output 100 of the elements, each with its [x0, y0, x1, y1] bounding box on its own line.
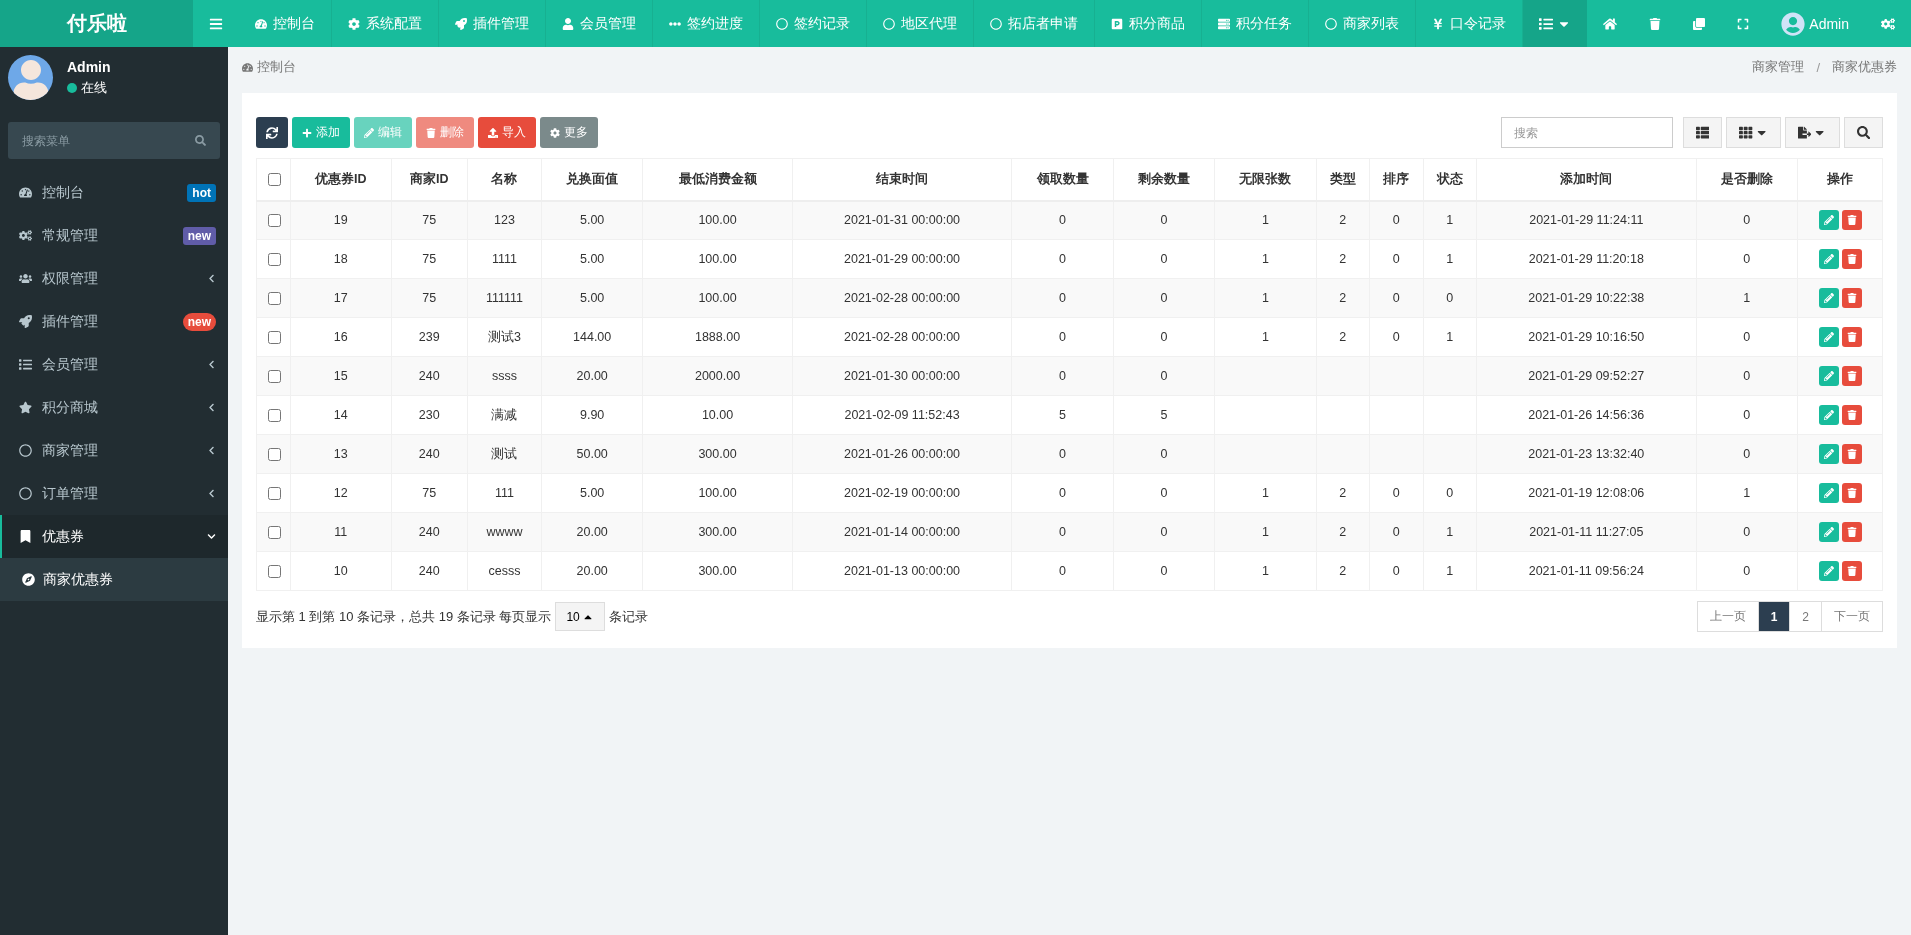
sidebar-label: 会员管理 [42, 355, 99, 374]
nav-menu-button[interactable] [1523, 0, 1588, 47]
sidebar-item[interactable]: 控制台 hot [0, 171, 228, 214]
table-cell: wwww [467, 512, 542, 552]
sidebar-item[interactable]: 积分商城 [0, 386, 228, 429]
sidebar-item[interactable]: 常规管理 new [0, 214, 228, 257]
refresh-button[interactable] [256, 117, 288, 148]
sidebar-item[interactable]: 订单管理 [0, 472, 228, 515]
nav-item[interactable]: 地区代理 [867, 0, 975, 47]
edit-button[interactable] [1818, 366, 1839, 386]
sidebar-item[interactable]: 优惠券 [0, 515, 228, 558]
delete-button[interactable] [1841, 561, 1862, 581]
delete-button[interactable] [1841, 288, 1862, 308]
pencil-icon [1823, 332, 1834, 342]
edit-button[interactable] [1818, 288, 1839, 308]
select-all-checkbox[interactable] [267, 172, 281, 186]
edit-button[interactable] [1818, 444, 1839, 464]
table-cell: 0 [1696, 200, 1798, 240]
table-cell: 1 [1214, 239, 1317, 279]
row-checkbox[interactable] [267, 330, 281, 344]
nav-item[interactable]: 会员管理 [546, 0, 654, 47]
toolbar-button[interactable]: 添加 [292, 117, 350, 148]
table-cell: 13 [290, 434, 391, 474]
delete-button[interactable] [1841, 327, 1862, 347]
row-checkbox[interactable] [267, 564, 281, 578]
row-checkbox[interactable] [267, 486, 281, 500]
table-cell: 0 [1113, 551, 1215, 591]
trash-icon [1846, 215, 1857, 226]
search-button[interactable] [1843, 117, 1883, 148]
table-cell: 0 [1011, 317, 1114, 357]
nav-item[interactable]: 签约记录 [760, 0, 868, 47]
delete-button[interactable] [1841, 249, 1862, 269]
table-cell: 19 [290, 200, 391, 240]
nav-item[interactable]: 系统配置 [332, 0, 440, 47]
pencil-icon [1823, 488, 1834, 498]
delete-button[interactable] [1841, 405, 1862, 425]
export-button[interactable] [1785, 117, 1840, 148]
sidebar-item[interactable]: 商家管理 [0, 429, 228, 472]
edit-button[interactable] [1818, 561, 1839, 581]
table-cell: 300.00 [642, 512, 793, 552]
edit-button[interactable] [1818, 210, 1839, 231]
column-header: 领取数量 [1011, 158, 1114, 201]
table-cell: 2 [1316, 473, 1370, 513]
table-cell: 10 [290, 551, 391, 591]
toolbar-button[interactable]: 导入 [478, 117, 536, 148]
user-avatar-icon [1781, 11, 1806, 36]
column-header: 最低消费金额 [642, 158, 793, 201]
nav-item[interactable]: 商家列表 [1309, 0, 1417, 47]
delete-button[interactable] [1841, 483, 1862, 503]
search-field[interactable]: 搜索 [1501, 117, 1674, 148]
nav-item[interactable]: 积分商品 [1095, 0, 1203, 47]
delete-button[interactable] [1841, 210, 1862, 231]
row-checkbox[interactable] [267, 252, 281, 266]
breadcrumb-link[interactable]: 商家管理 [1752, 58, 1805, 76]
table-cell: 0 [1696, 356, 1798, 396]
row-checkbox[interactable] [267, 447, 281, 461]
delete-button[interactable] [1841, 522, 1862, 542]
row-checkbox[interactable] [267, 408, 281, 422]
column-header: 结束时间 [792, 158, 1012, 201]
table-cell: 15 [290, 356, 391, 396]
menu-search-field[interactable]: 搜索菜单 [8, 122, 220, 159]
page-size-button[interactable]: 10 [555, 602, 605, 631]
sidebar-item[interactable]: 插件管理 new [0, 300, 228, 343]
sidebar-item[interactable]: 权限管理 [0, 257, 228, 300]
table-cell: 1888.00 [642, 317, 793, 357]
sidebar-subitem[interactable]: 商家优惠券 [0, 558, 228, 601]
page-button[interactable]: 下一页 [1821, 601, 1883, 632]
table-cell: 2021-01-11 09:56:24 [1476, 551, 1697, 591]
pencil-icon [1823, 527, 1834, 537]
row-checkbox[interactable] [267, 525, 281, 539]
edit-button[interactable] [1818, 405, 1839, 425]
edit-button[interactable] [1818, 249, 1839, 269]
breadcrumb-link[interactable]: 商家优惠券 [1832, 58, 1897, 76]
sidebar-item[interactable]: 会员管理 [0, 343, 228, 386]
row-checkbox[interactable] [267, 213, 281, 227]
page-button[interactable]: 2 [1789, 601, 1822, 632]
table-cell: 2021-01-26 14:56:36 [1476, 395, 1697, 435]
table-cell: 0 [1369, 473, 1424, 513]
page-button[interactable]: 上一页 [1696, 601, 1759, 632]
nav-item[interactable]: 插件管理 [439, 0, 547, 47]
row-checkbox[interactable] [267, 369, 281, 383]
nav-item[interactable]: 拓店者申请 [974, 0, 1096, 47]
nav-item[interactable]: 签约进度 [653, 0, 761, 47]
expand-icon [1737, 17, 1750, 30]
table-cell: 14 [290, 395, 391, 435]
edit-button[interactable] [1818, 483, 1839, 503]
edit-button[interactable] [1818, 327, 1839, 347]
nav-item[interactable]: 控制台 [239, 0, 333, 47]
table-cell: 75 [391, 473, 468, 513]
user-menu[interactable]: Admin [1765, 0, 1865, 47]
table-cell: 1 [1423, 551, 1477, 591]
nav-item[interactable]: 积分任务 [1202, 0, 1310, 47]
columns-button[interactable] [1726, 117, 1781, 148]
delete-button[interactable] [1841, 444, 1862, 464]
edit-button[interactable] [1818, 522, 1839, 542]
row-checkbox[interactable] [267, 291, 281, 305]
gauge-icon [242, 61, 253, 73]
view-toggle-button[interactable] [1683, 117, 1723, 148]
toolbar-button[interactable]: 更多 [540, 117, 598, 148]
delete-button[interactable] [1841, 366, 1862, 386]
